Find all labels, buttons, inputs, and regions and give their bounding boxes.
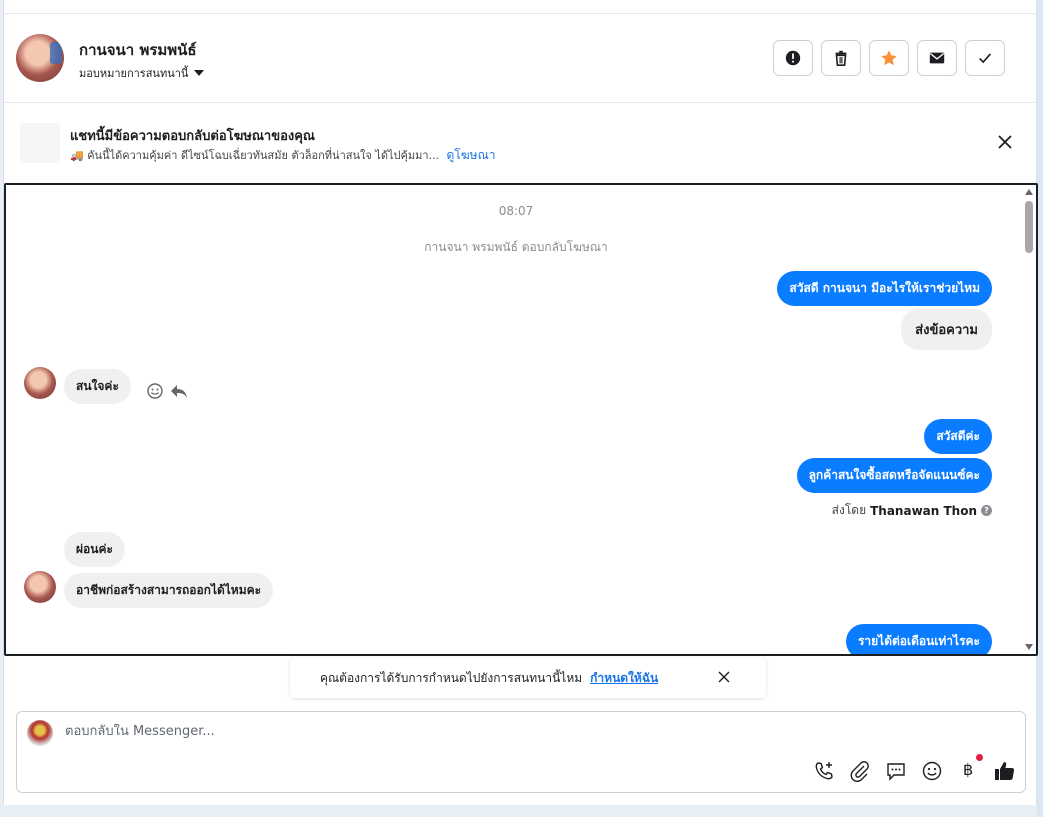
star-button[interactable] bbox=[869, 40, 909, 76]
contact-avatar-small bbox=[24, 367, 56, 399]
reply-input[interactable] bbox=[65, 724, 865, 739]
caret-down-icon bbox=[194, 70, 205, 76]
smiley-icon[interactable] bbox=[146, 382, 164, 400]
page-avatar bbox=[27, 720, 53, 746]
spam-button[interactable] bbox=[773, 40, 813, 76]
message-composer: ฿ bbox=[16, 711, 1026, 793]
conversation-header: กานจนา พรมพนัธ์ มอบหมายการสนทนานี้ bbox=[4, 14, 1036, 103]
payment-button[interactable]: ฿ bbox=[957, 754, 983, 784]
inbox-conversation-panel: กานจนา พรมพนัธ์ มอบหมายการสนทนานี้ แชทนี… bbox=[3, 0, 1038, 805]
message-bubble-outgoing[interactable]: ลูกค้าสนใจซื้อสดหรือจัดแนนซ์คะ bbox=[796, 458, 992, 493]
sent-by-label: ส่งโดย Thanawan Thon ? bbox=[832, 501, 992, 520]
scroll-thumb[interactable] bbox=[1025, 201, 1033, 253]
close-icon[interactable] bbox=[717, 670, 731, 684]
message-bubble-outgoing[interactable]: รายได้ต่อเดือนเท่าไรคะ bbox=[845, 624, 992, 654]
message-timestamp: 08:07 bbox=[498, 204, 534, 218]
scroll-down-arrow[interactable] bbox=[1025, 644, 1033, 650]
envelope-icon bbox=[929, 52, 945, 64]
delete-button[interactable] bbox=[821, 40, 861, 76]
assign-to-me-toast: คุณต้องการได้รับการกำหนดไปยังการสนทนานี้… bbox=[290, 658, 766, 698]
header-actions bbox=[773, 40, 1005, 76]
toast-text: คุณต้องการได้รับการกำหนดไปยังการสนทนานี้… bbox=[320, 670, 583, 685]
ad-reply-notice: กานจนา พรมพนัธ์ ตอบกลับโฆษณา bbox=[424, 240, 608, 254]
sender-name: Thanawan Thon bbox=[870, 503, 977, 518]
mark-unread-button[interactable] bbox=[917, 40, 957, 76]
ad-thumbnail bbox=[20, 123, 60, 163]
star-icon bbox=[881, 50, 897, 66]
close-icon[interactable] bbox=[996, 133, 1014, 151]
message-bubble-outgoing[interactable]: สวัสดีค่ะ bbox=[924, 419, 992, 454]
contact-name[interactable]: กานจนา พรมพนัธ์ bbox=[79, 38, 197, 62]
attachment-icon[interactable] bbox=[849, 760, 871, 782]
assign-conversation-dropdown[interactable]: มอบหมายการสนทนานี้ bbox=[79, 64, 205, 82]
exclamation-icon bbox=[785, 50, 801, 66]
call-icon[interactable] bbox=[813, 760, 835, 782]
message-actions bbox=[146, 382, 188, 400]
composer-tools: ฿ bbox=[813, 754, 1015, 784]
message-bubble-incoming[interactable]: อาชีพก่อสร้างสามารถออกได้ไหมคะ bbox=[64, 573, 274, 608]
message-thread[interactable]: 08:07 กานจนา พรมพนัธ์ ตอบกลับโฆษณา สวัสด… bbox=[4, 183, 1038, 656]
reply-icon[interactable] bbox=[170, 382, 188, 400]
ad-reply-banner: แชทนี้มีข้อความตอบกลับต่อโฆษณาของคุณ 🚚 ค… bbox=[4, 103, 1036, 183]
message-bubble-send-message[interactable]: ส่งข้อความ bbox=[901, 309, 992, 350]
contact-avatar-small bbox=[24, 571, 56, 603]
saved-replies-icon[interactable] bbox=[885, 760, 907, 782]
ad-banner-title: แชทนี้มีข้อความตอบกลับต่อโฆษณาของคุณ bbox=[70, 129, 315, 144]
thumbs-up-icon[interactable] bbox=[993, 760, 1015, 782]
svg-text:฿: ฿ bbox=[963, 760, 973, 779]
message-bubble-incoming[interactable]: ผ่อนค่ะ bbox=[64, 532, 125, 567]
checkmark-icon bbox=[979, 53, 992, 64]
ad-banner-description: 🚚 คันนี้ได้ความคุ้มค่า ดีไซน์โฉบเฉี่ยวทั… bbox=[70, 148, 496, 162]
thread-scrollbar[interactable] bbox=[1022, 185, 1036, 654]
message-bubble-outgoing[interactable]: สวัสดี กานจนา มีอะไรให้เราช่วยไหม bbox=[777, 271, 992, 306]
baht-icon: ฿ bbox=[963, 760, 973, 779]
scroll-up-arrow[interactable] bbox=[1025, 189, 1033, 195]
message-bubble-incoming[interactable]: สนใจค่ะ bbox=[64, 369, 131, 404]
trash-icon bbox=[835, 50, 847, 67]
assign-to-me-link[interactable]: กำหนดให้ฉัน bbox=[590, 669, 658, 688]
contact-avatar[interactable] bbox=[16, 34, 64, 82]
mark-done-button[interactable] bbox=[965, 40, 1005, 76]
assign-label: มอบหมายการสนทนานี้ bbox=[79, 67, 189, 80]
help-icon[interactable]: ? bbox=[981, 505, 992, 516]
emoji-icon[interactable] bbox=[921, 760, 943, 782]
view-ad-link[interactable]: ดูโฆษณา bbox=[447, 148, 496, 162]
